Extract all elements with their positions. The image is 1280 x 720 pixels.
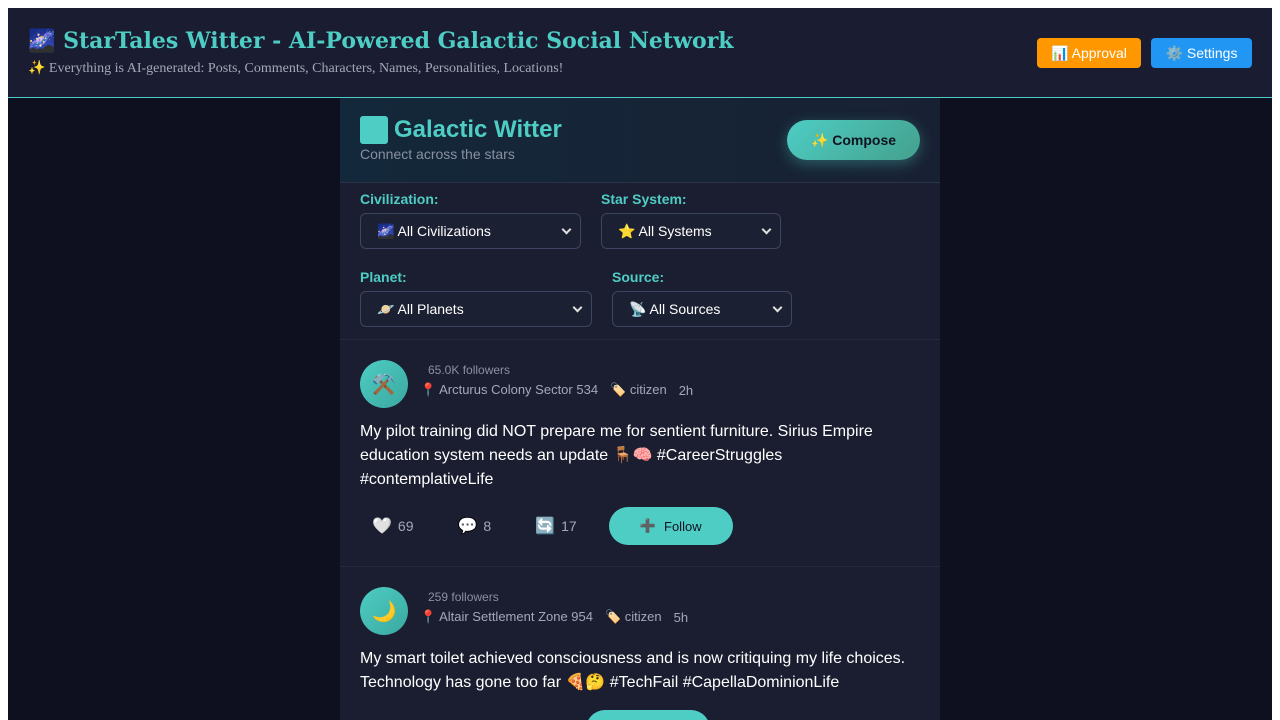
like-button[interactable]: 🤍 69 (360, 507, 426, 545)
role-tag: 🏷️ citizen (605, 609, 662, 624)
repost-button[interactable]: 🔄 17 (523, 507, 589, 545)
post-time: 5h (673, 609, 689, 625)
compose-button[interactable]: ✨ Compose (787, 120, 920, 160)
avatar[interactable]: ⚒️ (360, 360, 408, 408)
follow-button[interactable]: ➕ Follow (608, 507, 733, 545)
chevron-down-icon (772, 302, 783, 312)
civilization-select-value: 🌌 All Civilizations (377, 222, 491, 239)
post-text: My smart toilet achieved consciousness a… (360, 650, 906, 691)
app-title-text: StarTales Witter - AI-Powered Galactic S… (63, 28, 734, 54)
app-frame: 🌌 StarTales Witter - AI-Powered Galactic… (8, 8, 1272, 720)
app-title: 🌌 StarTales Witter - AI-Powered Galactic… (28, 28, 734, 54)
chevron-down-icon (572, 302, 583, 312)
follower-count: 65.0K followers (428, 363, 511, 377)
chevron-down-icon (761, 224, 772, 234)
comment-count: 8 (483, 518, 492, 534)
planet-label: Planet: (360, 269, 407, 285)
repost-count: 17 (561, 518, 577, 534)
post-time: 2h (678, 382, 694, 398)
post-meta: 📍 Altair Settlement Zone 954 🏷️ citizen … (420, 609, 688, 625)
post-meta: 📍 Arcturus Colony Sector 534 🏷️ citizen … (420, 382, 693, 398)
feed-title: Galactic Witter (360, 116, 562, 144)
location-tag: 📍 Altair Settlement Zone 954 (420, 609, 593, 624)
galaxy-icon: 🌌 (28, 29, 56, 54)
source-label: Source: (612, 269, 665, 285)
feed-header: Galactic Witter Connect across the stars… (340, 98, 940, 183)
approval-button[interactable]: 📊 Approval (1037, 38, 1141, 68)
feed-subtitle: Connect across the stars (360, 146, 515, 162)
settings-button[interactable]: ⚙️ Settings (1151, 38, 1252, 68)
post-text: My pilot training did NOT prepare me for… (360, 423, 873, 488)
chevron-down-icon (561, 224, 572, 234)
post-card: ⚒️ 65.0K followers 📍 Arcturus Colony Sec… (340, 340, 940, 567)
repost-icon: 🔄 (535, 518, 556, 535)
avatar[interactable]: 🌙 (360, 587, 408, 635)
top-header: 🌌 StarTales Witter - AI-Powered Galactic… (8, 8, 1272, 98)
civilization-select[interactable]: 🌌 All Civilizations (360, 213, 581, 249)
civilization-label: Civilization: (360, 191, 439, 207)
planet-select[interactable]: 🪐 All Planets (360, 291, 592, 327)
like-count: 69 (397, 518, 414, 534)
plus-icon: ➕ (639, 518, 657, 533)
comment-icon: 💬 (457, 518, 478, 535)
action-button[interactable] (586, 710, 710, 720)
star-system-label: Star System: (601, 191, 687, 207)
app-subtitle: ✨ Everything is AI-generated: Posts, Com… (28, 61, 564, 76)
star-system-select-value: ⭐ All Systems (618, 222, 712, 239)
planet-select-value: 🪐 All Planets (377, 300, 464, 317)
feed-column: Galactic Witter Connect across the stars… (340, 98, 940, 720)
feed-title-text: Galactic Witter (394, 116, 562, 143)
comment-button[interactable]: 💬 8 (446, 507, 504, 545)
square-icon (360, 116, 388, 144)
post-actions: 🤍 69 💬 8 🔄 17 ➕ Follow (360, 507, 733, 545)
source-select-value: 📡 All Sources (629, 300, 721, 317)
filters-panel: Civilization: 🌌 All Civilizations Star S… (340, 183, 940, 340)
heart-icon: 🤍 (372, 518, 392, 535)
star-system-select[interactable]: ⭐ All Systems (601, 213, 781, 249)
location-tag: 📍 Arcturus Colony Sector 534 (420, 382, 599, 397)
follow-label: Follow (664, 518, 702, 534)
follower-count: 259 followers (428, 590, 499, 604)
post-card: 🌙 259 followers 📍 Altair Settlement Zone… (340, 567, 940, 720)
role-tag: 🏷️ citizen (610, 382, 667, 397)
source-select[interactable]: 📡 All Sources (612, 291, 792, 327)
